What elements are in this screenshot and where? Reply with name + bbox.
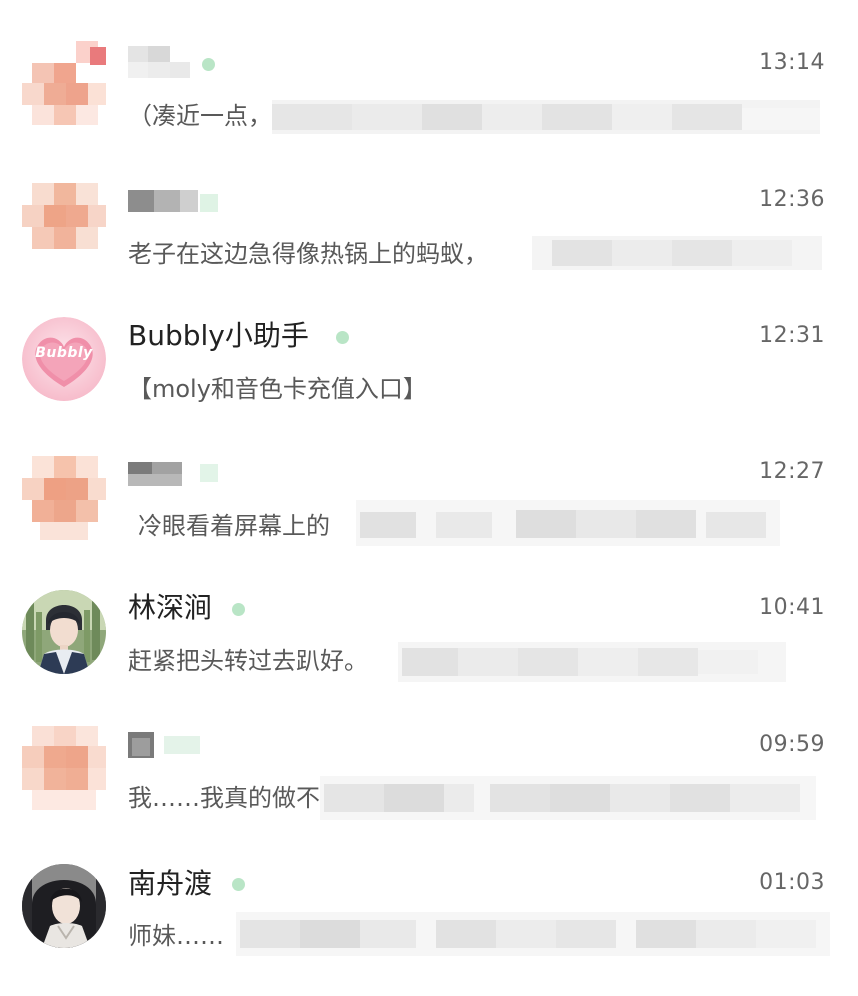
chat-name: Bubbly小助手 (128, 319, 309, 352)
avatar[interactable] (22, 590, 106, 674)
row-title (128, 458, 220, 490)
chat-row-4[interactable]: 12:27 冷眼看着屏幕上的 (0, 428, 858, 564)
avatar[interactable] (22, 726, 106, 810)
blurred-message (272, 100, 820, 134)
chat-time: 13:14 (759, 50, 825, 75)
chat-row-3[interactable]: Bubbly Bubbly小助手 12:31 【moly和音色卡充值入口】 (0, 292, 858, 428)
online-status-dot-icon (336, 331, 349, 344)
chat-time: 12:27 (759, 459, 825, 484)
avatar[interactable] (22, 41, 106, 125)
online-status-dot-icon (232, 878, 245, 891)
bubbly-logo-text: Bubbly (35, 345, 93, 361)
message-preview: 我……我真的做不 (128, 784, 320, 812)
avatar[interactable] (22, 456, 106, 540)
avatar[interactable] (22, 173, 106, 257)
chat-row-6[interactable]: 09:59 我……我真的做不 (0, 700, 858, 836)
message-preview: 赶紧把头转过去趴好。 (128, 647, 368, 675)
avatar[interactable]: Bubbly (22, 317, 106, 401)
blurred-message (398, 642, 786, 682)
row-title (128, 186, 218, 218)
chat-row-5[interactable]: 林深涧 10:41 赶紧把头转过去趴好。 (0, 564, 858, 700)
blurred-message (532, 236, 822, 270)
message-preview: 冷眼看着屏幕上的 (138, 512, 330, 540)
message-preview: 师妹…… (128, 922, 224, 950)
blurred-message (236, 912, 830, 956)
chat-row-2[interactable]: 12:36 老子在这边急得像热锅上的蚂蚁， (0, 156, 858, 292)
blurred-message (320, 776, 816, 820)
message-preview: 【moly和音色卡充值入口】 (128, 375, 427, 403)
chat-time: 12:36 (759, 187, 825, 212)
row-title (128, 46, 190, 78)
online-status-dot-icon (202, 58, 215, 71)
message-preview: （凑近一点， (128, 102, 272, 130)
blurred-message (356, 500, 780, 546)
message-preview: 老子在这边急得像热锅上的蚂蚁， (128, 240, 488, 268)
avatar[interactable] (22, 864, 106, 948)
chat-time: 09:59 (759, 732, 825, 757)
chat-time: 10:41 (759, 595, 825, 620)
chat-row-1[interactable]: 13:14 （凑近一点， (0, 20, 858, 156)
chat-list: 13:14 （凑近一点， 12:36 老子在这边急得像热锅上的蚂蚁， Bubbl… (0, 0, 858, 996)
chat-row-7[interactable]: 南舟渡 01:03 师妹…… (0, 836, 858, 972)
chat-name: 林深涧 (128, 591, 213, 624)
online-status-dot-icon (232, 603, 245, 616)
chat-name: 南舟渡 (128, 867, 213, 900)
chat-time: 01:03 (759, 870, 825, 895)
row-title (128, 730, 208, 762)
chat-time: 12:31 (759, 323, 825, 348)
